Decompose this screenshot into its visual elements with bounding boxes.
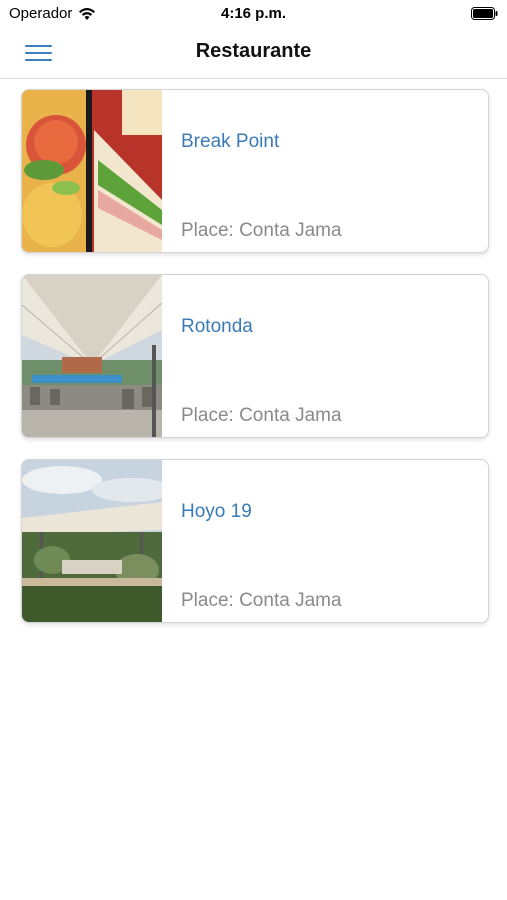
restaurant-name: Rotonda <box>181 316 253 337</box>
restaurant-photo <box>22 460 162 622</box>
restaurant-card[interactable]: Rotonda Place: Conta Jama <box>21 274 489 438</box>
restaurant-place: Place: Conta Jama <box>181 590 342 611</box>
restaurant-photo <box>22 90 162 252</box>
page-title: Restaurante <box>195 40 312 62</box>
restaurant-photo <box>22 275 162 437</box>
status-time: 4:16 p.m. <box>220 5 287 22</box>
restaurant-place: Place: Conta Jama <box>181 405 342 426</box>
battery-icon <box>471 7 498 20</box>
status-bar: Operador 4:16 p.m. <box>0 0 507 28</box>
restaurant-card[interactable]: Break Point Place: Conta Jama <box>21 89 489 253</box>
restaurant-card[interactable]: Hoyo 19 Place: Conta Jama <box>21 459 489 623</box>
restaurant-list: Break Point Place: Conta Jama Rotonda Pl… <box>21 89 489 644</box>
restaurant-name: Hoyo 19 <box>181 501 252 522</box>
restaurant-place: Place: Conta Jama <box>181 220 342 241</box>
navigation-bar: Restaurante <box>0 28 507 79</box>
restaurant-name: Break Point <box>181 131 280 152</box>
